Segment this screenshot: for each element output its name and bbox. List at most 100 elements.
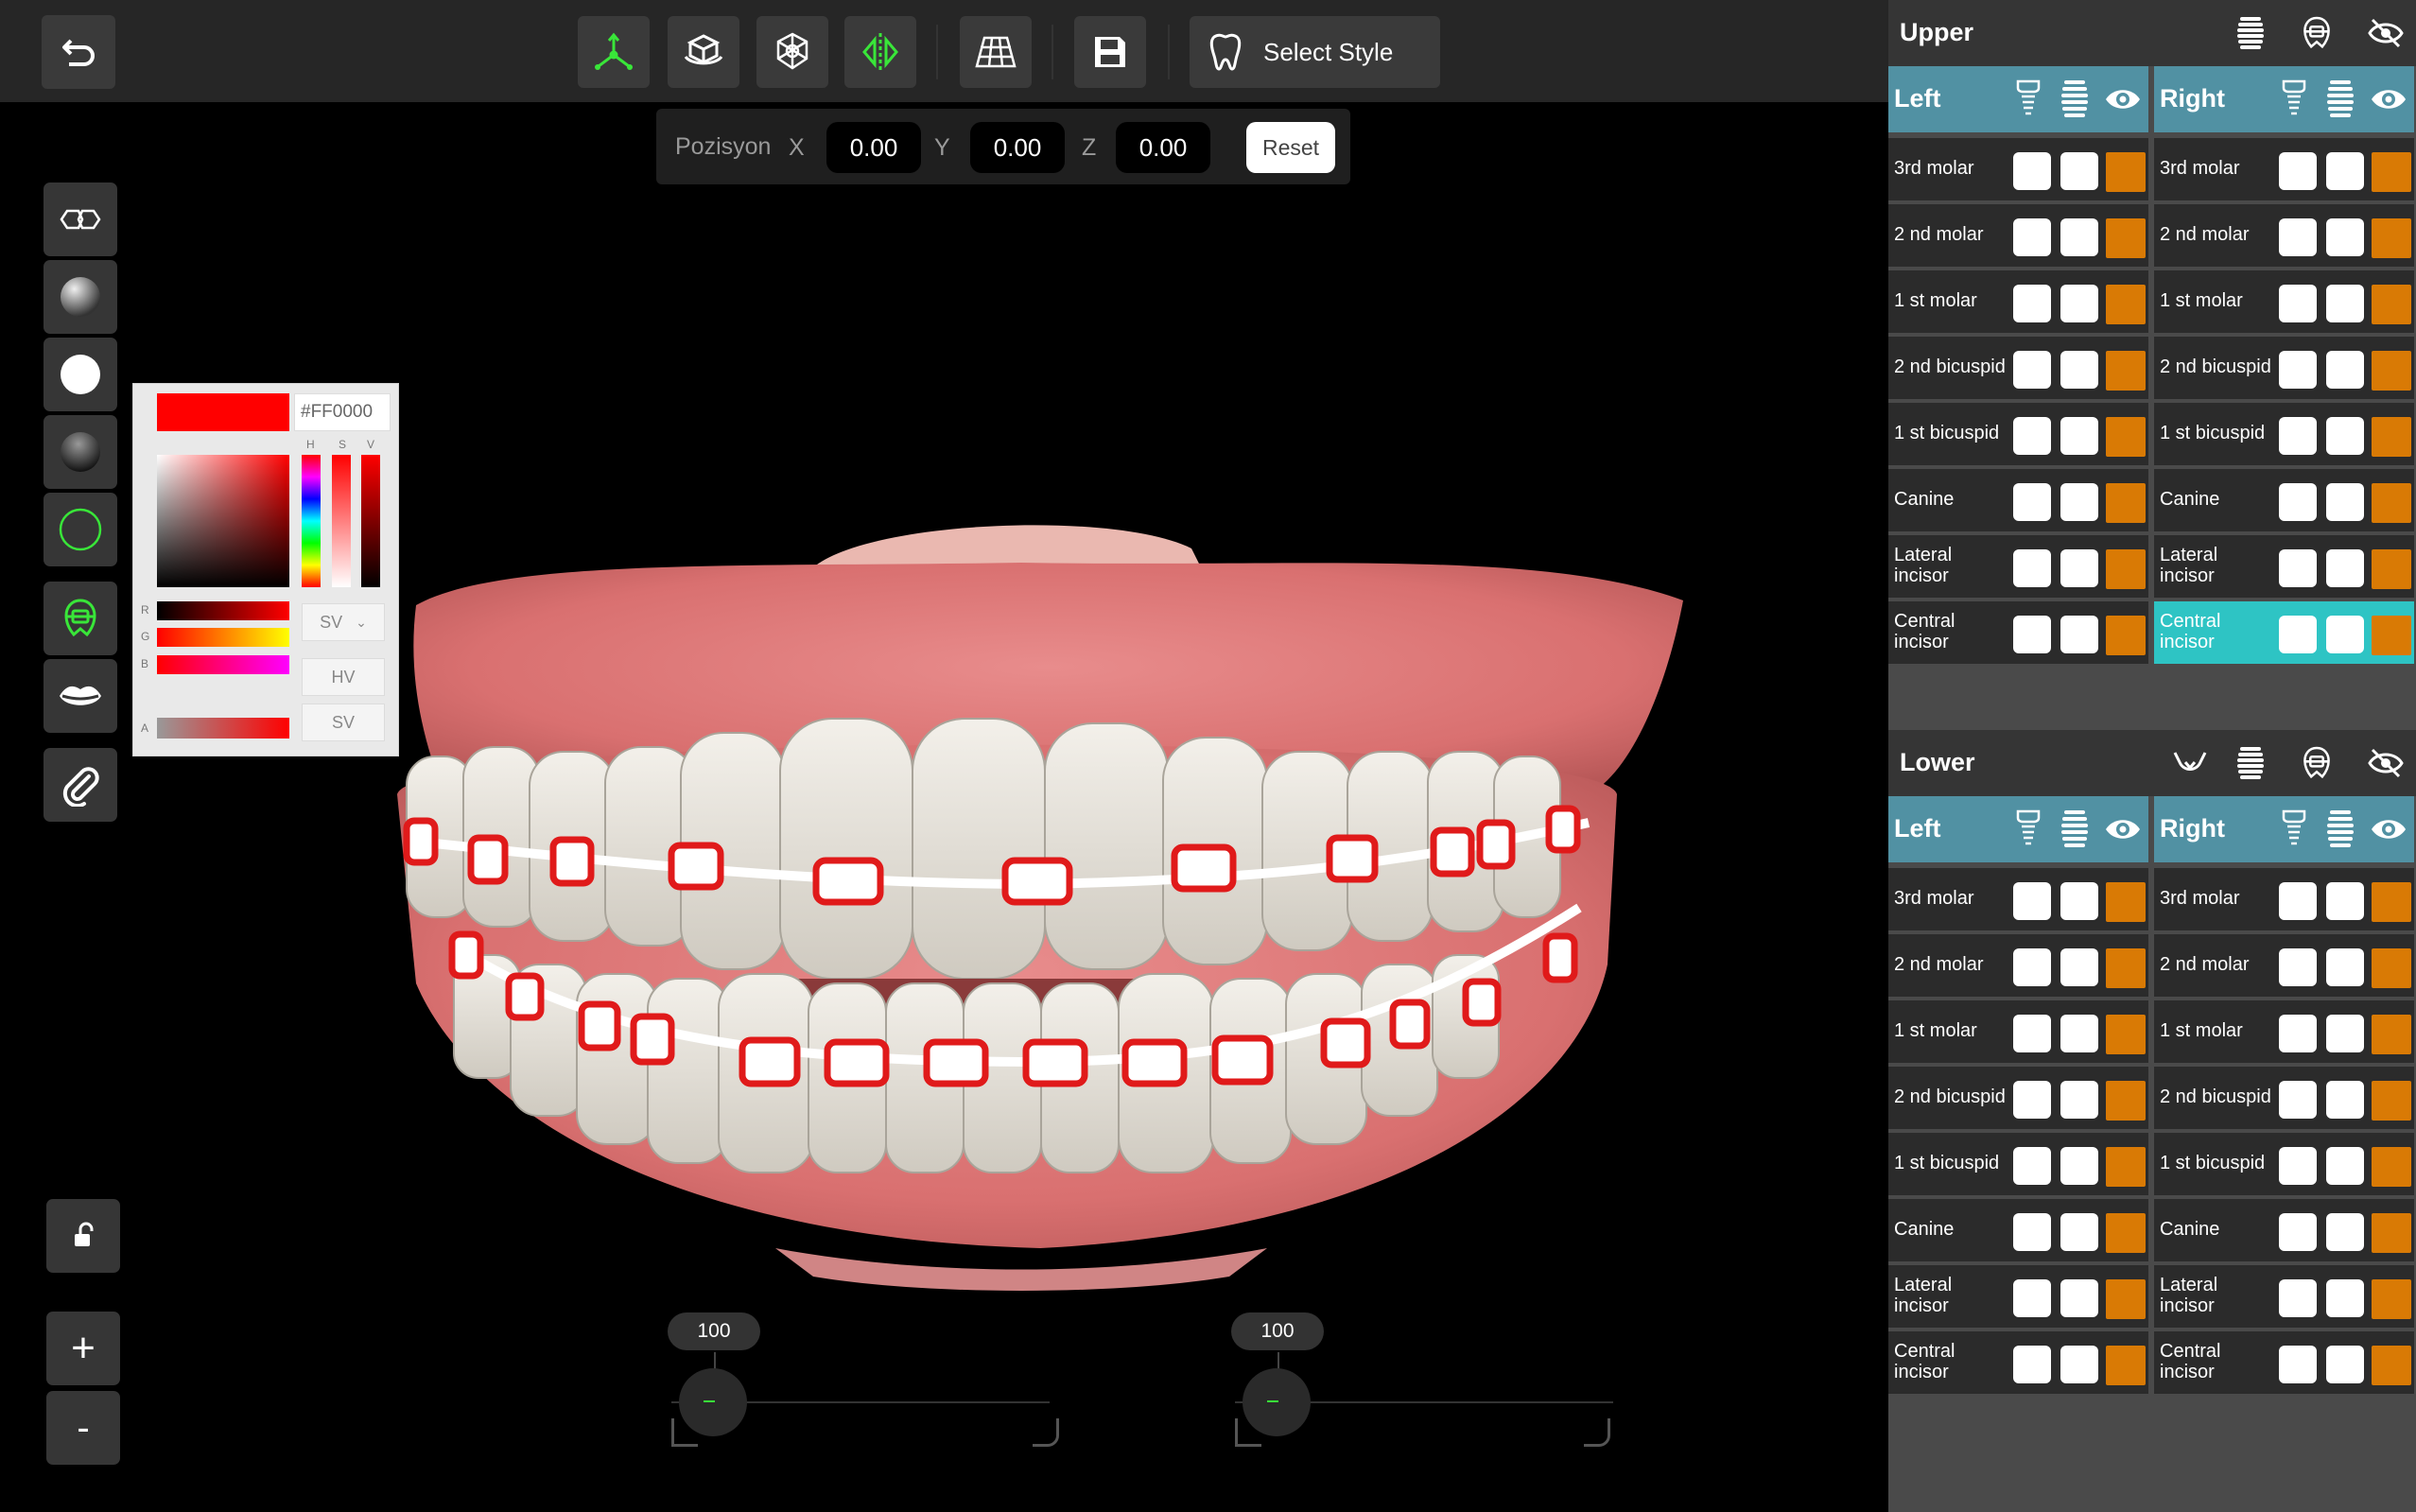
color-swatch-button[interactable] [2372,1081,2411,1121]
implant-checkbox[interactable] [2013,1346,2051,1383]
color-swatch-button[interactable] [2372,1279,2411,1319]
color-swatch-button[interactable] [2372,1346,2411,1385]
upper-right-tooth-row[interactable]: Canine [2154,469,2414,531]
teeth-view-button[interactable] [43,182,117,256]
color-swatch-button[interactable] [2372,882,2411,922]
bracket-checkbox[interactable] [2326,616,2364,653]
color-swatch-button[interactable] [2372,616,2411,655]
implant-checkbox[interactable] [2013,1213,2051,1251]
eye-icon[interactable] [2370,85,2407,118]
implant-checkbox[interactable] [2279,1213,2317,1251]
lower-left-tooth-row[interactable]: 1 st molar [1888,1000,2148,1063]
implant-checkbox[interactable] [2279,1147,2317,1185]
bracket-checkbox[interactable] [2326,1015,2364,1052]
hex-input[interactable]: #FF0000 [294,393,391,431]
implant-checkbox[interactable] [2013,1279,2051,1317]
color-swatch-button[interactable] [2106,1015,2146,1054]
select-style-button[interactable]: Select Style [1190,16,1440,88]
upper-left-tooth-row[interactable]: Canine [1888,469,2148,531]
implant-checkbox[interactable] [2279,549,2317,587]
implant-checkbox[interactable] [2279,483,2317,521]
bracket-checkbox[interactable] [2060,549,2098,587]
implant-checkbox[interactable] [2013,1081,2051,1119]
saturation-value-area[interactable] [157,455,289,587]
implant-icon[interactable] [2015,78,2042,123]
bracket-checkbox[interactable] [2326,417,2364,455]
color-swatch-button[interactable] [2372,948,2411,988]
color-swatch-button[interactable] [2372,285,2411,324]
upper-left-tooth-row[interactable]: Central incisor [1888,601,2148,664]
hue-slider[interactable] [302,455,321,587]
implant-checkbox[interactable] [2013,1015,2051,1052]
bracket-checkbox[interactable] [2326,285,2364,322]
implant-checkbox[interactable] [2013,417,2051,455]
color-swatch-button[interactable] [2106,1346,2146,1385]
upper-left-tooth-row[interactable]: 1 st bicuspid [1888,403,2148,465]
bracket-checkbox[interactable] [2326,1346,2364,1383]
lower-right-tooth-row[interactable]: 3rd molar [2154,868,2414,930]
color-swatch-button[interactable] [2106,1081,2146,1121]
eye-slash-icon[interactable] [2367,747,2405,779]
bracket-checkbox[interactable] [2326,483,2364,521]
implant-icon[interactable] [2281,808,2307,853]
color-swatch-button[interactable] [2372,218,2411,258]
upper-right-tooth-row[interactable]: 1 st molar [2154,270,2414,333]
move-tool-button[interactable] [578,16,650,88]
zoom-out-button[interactable]: - [46,1391,120,1465]
bracket-checkbox[interactable] [2060,483,2098,521]
upper-left-tooth-row[interactable]: 1 st molar [1888,270,2148,333]
reset-button[interactable]: Reset [1246,122,1335,173]
eye-icon[interactable] [2104,85,2142,118]
lower-left-tooth-row[interactable]: 1 st bicuspid [1888,1133,2148,1195]
lower-left-tooth-row[interactable]: 3rd molar [1888,868,2148,930]
bracket-checkbox[interactable] [2326,1213,2364,1251]
lower-left-tooth-row[interactable]: Canine [1888,1199,2148,1261]
color-swatch-button[interactable] [2106,1279,2146,1319]
color-swatch-button[interactable] [2106,152,2146,192]
r-slider[interactable] [157,601,289,620]
dental-model-viewport[interactable] [359,511,1721,1295]
bracket-checkbox[interactable] [2060,616,2098,653]
position-y-input[interactable]: 0.00 [970,122,1065,173]
implant-checkbox[interactable] [2013,549,2051,587]
lower-jaw-icon[interactable] [2172,749,2208,779]
color-swatch-button[interactable] [2372,483,2411,523]
lower-right-tooth-row[interactable]: 2 nd bicuspid [2154,1067,2414,1129]
implant-checkbox[interactable] [2279,1081,2317,1119]
bracket-checkbox[interactable] [2060,1346,2098,1383]
bracket-checkbox[interactable] [2060,285,2098,322]
implant-checkbox[interactable] [2013,483,2051,521]
implant-checkbox[interactable] [2013,152,2051,190]
implant-checkbox[interactable] [2013,218,2051,256]
bracket-checkbox[interactable] [2060,882,2098,920]
upper-right-tooth-row[interactable]: Central incisor [2154,601,2414,664]
color-swatch-button[interactable] [2106,882,2146,922]
color-swatch-button[interactable] [2372,549,2411,589]
matte-material-button[interactable] [43,260,117,334]
bracket-checkbox[interactable] [2326,882,2364,920]
rotate-tool-button[interactable] [668,16,739,88]
bracket-checkbox[interactable] [2060,1015,2098,1052]
color-swatch-button[interactable] [2372,1147,2411,1187]
mesh-tool-button[interactable] [756,16,828,88]
color-swatch-button[interactable] [2372,1015,2411,1054]
upper-left-tooth-row[interactable]: 3rd molar [1888,138,2148,200]
save-button[interactable] [1074,16,1146,88]
brace-stack-icon[interactable] [2236,15,2265,51]
brace-stack-icon[interactable] [2326,78,2355,123]
bracket-checkbox[interactable] [2060,1279,2098,1317]
brace-stack-icon[interactable] [2326,808,2355,853]
brace-icon[interactable] [2297,743,2337,783]
bracket-checkbox[interactable] [2060,1147,2098,1185]
brace-color-button[interactable] [43,582,117,655]
lower-right-tooth-row[interactable]: 1 st bicuspid [2154,1133,2414,1195]
grid-button[interactable] [960,16,1032,88]
attachment-button[interactable] [43,748,117,822]
upper-left-tooth-row[interactable]: Lateral incisor [1888,535,2148,598]
mirror-tool-button[interactable] [844,16,916,88]
eye-icon[interactable] [2104,815,2142,848]
implant-checkbox[interactable] [2279,351,2317,389]
implant-checkbox[interactable] [2013,882,2051,920]
color-swatch-button[interactable] [2372,152,2411,192]
lower-left-tooth-row[interactable]: Lateral incisor [1888,1265,2148,1328]
